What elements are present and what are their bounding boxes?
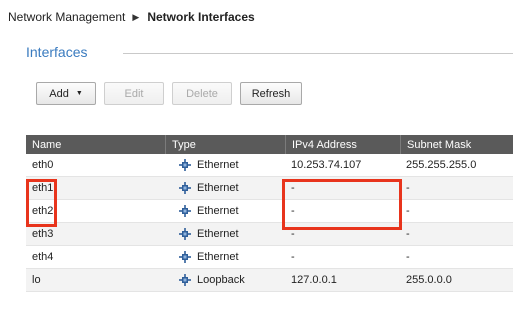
network-node-icon xyxy=(179,274,191,286)
cell-type: Ethernet xyxy=(165,177,285,199)
refresh-button[interactable]: Refresh xyxy=(240,82,302,105)
cell-subnet-mask: - xyxy=(406,251,410,263)
edit-button-label: Edit xyxy=(124,87,144,100)
network-node-icon xyxy=(179,251,191,263)
cell-name: eth4 xyxy=(32,251,54,263)
cell-ipv4: - xyxy=(291,205,295,217)
cell-type-label: Ethernet xyxy=(197,159,239,171)
cell-ipv4: - xyxy=(291,251,295,263)
cell-type: Ethernet xyxy=(165,223,285,245)
cell-type-label: Ethernet xyxy=(197,251,239,263)
table-header: Name Type IPv4 Address Subnet Mask xyxy=(26,135,513,154)
cell-subnet-mask: - xyxy=(406,205,410,217)
column-header-mask[interactable]: Subnet Mask xyxy=(400,135,513,154)
breadcrumb-current: Network Interfaces xyxy=(147,10,255,24)
network-node-icon xyxy=(179,182,191,194)
table-row[interactable]: eth3 Ethernet - - xyxy=(26,223,513,246)
cell-type-label: Ethernet xyxy=(197,182,239,194)
add-button[interactable]: Add ▼ xyxy=(36,82,96,105)
table-row[interactable]: eth2 Ethernet - - xyxy=(26,200,513,223)
table-row[interactable]: eth4 Ethernet - - xyxy=(26,246,513,269)
cell-type-label: Ethernet xyxy=(197,228,239,240)
column-header-ipv4[interactable]: IPv4 Address xyxy=(285,135,400,154)
cell-ipv4: - xyxy=(291,182,295,194)
cell-type-label: Ethernet xyxy=(197,205,239,217)
cell-subnet-mask: 255.255.255.0 xyxy=(406,159,477,171)
cell-type: Loopback xyxy=(165,269,285,291)
cell-subnet-mask: 255.0.0.0 xyxy=(406,274,452,286)
chevron-down-icon: ▼ xyxy=(75,90,83,97)
section-title: Interfaces xyxy=(26,44,88,60)
column-header-name[interactable]: Name xyxy=(26,135,165,154)
refresh-button-label: Refresh xyxy=(251,87,291,100)
breadcrumb-separator-icon: ▶ xyxy=(132,11,140,22)
cell-type: Ethernet xyxy=(165,154,285,176)
table-row[interactable]: lo Loopback 127.0.0.1 255.0.0.0 xyxy=(26,269,513,292)
cell-ipv4: - xyxy=(291,228,295,240)
cell-name: lo xyxy=(32,274,41,286)
cell-ipv4: 10.253.74.107 xyxy=(291,159,362,171)
add-button-label: Add xyxy=(49,87,69,100)
cell-name: eth2 xyxy=(32,205,54,217)
network-node-icon xyxy=(179,205,191,217)
section-divider xyxy=(123,53,513,54)
interfaces-section-header: Interfaces xyxy=(26,44,513,62)
cell-name: eth1 xyxy=(32,182,54,194)
breadcrumb: Network Management ▶ Network Interfaces xyxy=(8,8,255,26)
interfaces-table: Name Type IPv4 Address Subnet Mask eth0 E… xyxy=(26,135,513,292)
table-row[interactable]: eth1 Ethernet - - xyxy=(26,177,513,200)
edit-button[interactable]: Edit xyxy=(104,82,164,105)
delete-button[interactable]: Delete xyxy=(172,82,232,105)
cell-subnet-mask: - xyxy=(406,182,410,194)
cell-name: eth3 xyxy=(32,228,54,240)
table-row[interactable]: eth0 Ethernet 10.253.74.107 255.255.255.0 xyxy=(26,154,513,177)
network-node-icon xyxy=(179,159,191,171)
table-body: eth0 Ethernet 10.253.74.107 255.255.255.0 et… xyxy=(26,154,513,292)
cell-subnet-mask: - xyxy=(406,228,410,240)
cell-type: Ethernet xyxy=(165,200,285,222)
delete-button-label: Delete xyxy=(186,87,218,100)
cell-type: Ethernet xyxy=(165,246,285,268)
cell-type-label: Loopback xyxy=(197,274,245,286)
cell-ipv4: 127.0.0.1 xyxy=(291,274,337,286)
cell-name: eth0 xyxy=(32,159,54,171)
network-node-icon xyxy=(179,228,191,240)
breadcrumb-parent[interactable]: Network Management xyxy=(8,10,125,24)
column-header-type[interactable]: Type xyxy=(165,135,285,154)
